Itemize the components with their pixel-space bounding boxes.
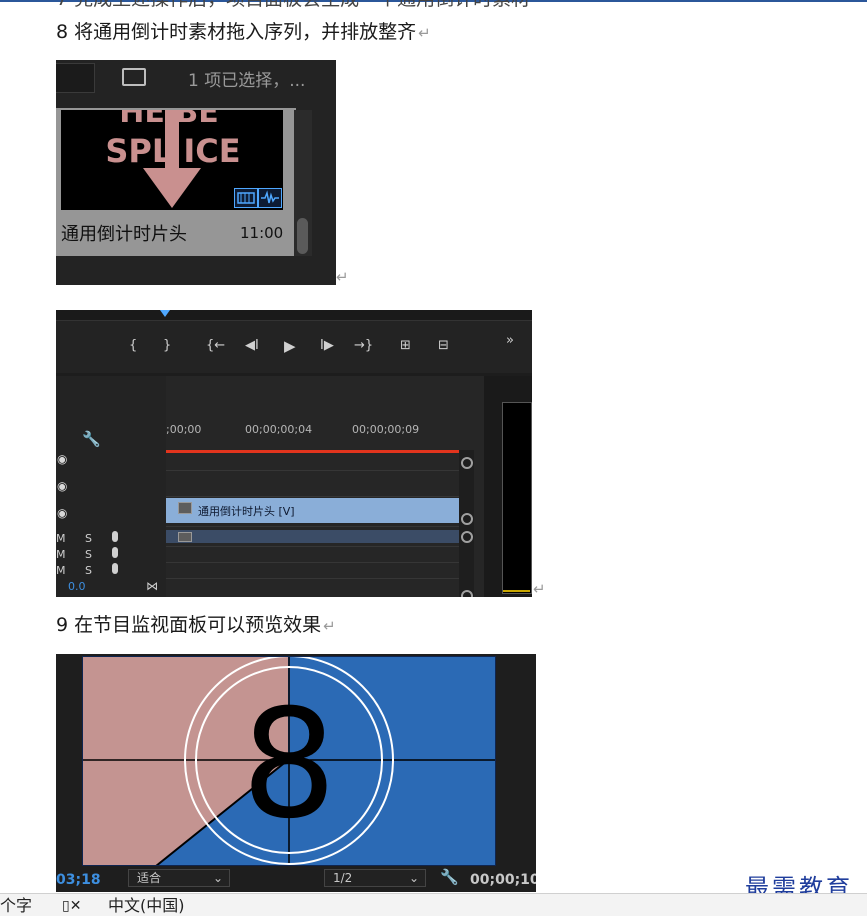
audio-clip[interactable] <box>166 530 459 543</box>
new-bin-icon[interactable] <box>122 68 146 86</box>
mute-toggle[interactable]: M <box>56 548 66 561</box>
mute-toggle[interactable]: M <box>56 564 66 577</box>
audio-level: 0.0 <box>68 580 86 593</box>
track-divider <box>166 526 459 527</box>
timeline-screenshot: { } {← ◀I ▶ I▶ →} ⊞ ⊟ » 🔧 ;00;00 00;00;0… <box>56 310 532 597</box>
track-divider <box>166 496 459 497</box>
zoom-handle[interactable] <box>461 513 473 525</box>
step8-text: 8 将通用倒计时素材拖入序列，并排放整齐 ↵ <box>56 21 431 43</box>
step9-text: 9 在节目监视面板可以预览效果 ↵ <box>56 614 336 636</box>
zoom-handle[interactable] <box>461 590 473 597</box>
track-divider <box>166 578 459 579</box>
mute-toggle[interactable]: M <box>56 532 66 545</box>
mark-out-icon[interactable]: } <box>163 339 171 353</box>
track-divider <box>166 546 459 547</box>
step-forward-icon[interactable]: I▶ <box>320 339 334 353</box>
fit-dropdown[interactable]: 适合 ⌄ <box>128 869 230 887</box>
solo-toggle[interactable]: S <box>85 548 92 561</box>
meter-level <box>503 590 530 592</box>
fx-badge-icon <box>178 532 192 542</box>
track-headers <box>56 376 166 597</box>
playhead-icon[interactable] <box>160 310 170 318</box>
mic-icon[interactable] <box>112 531 118 542</box>
insert-icon[interactable]: ⊞ <box>400 339 411 353</box>
play-icon[interactable]: ▶ <box>284 339 296 354</box>
language-indicator[interactable]: 中文(中国) <box>108 891 185 921</box>
word-count[interactable]: 个字 <box>0 891 32 921</box>
solo-toggle[interactable]: S <box>85 532 92 545</box>
status-bar: 个字 ▯✕ 中文(中国) <box>0 893 867 916</box>
audio-meter <box>502 402 532 594</box>
search-input[interactable] <box>56 63 95 93</box>
track-divider <box>166 562 459 563</box>
go-to-out-icon[interactable]: →} <box>354 339 373 353</box>
clip-name: 通用倒计时片头 <box>61 224 187 245</box>
return-mark: ↵ <box>533 580 546 598</box>
step-back-icon[interactable]: ◀I <box>245 339 259 353</box>
selection-info: 1 项已选择，... <box>188 71 306 91</box>
overwrite-icon[interactable]: ⊟ <box>438 339 449 353</box>
proofing-icon[interactable]: ▯✕ <box>62 891 81 921</box>
clip-duration: 11:00 <box>240 224 284 242</box>
countdown-number: 8 <box>241 678 336 852</box>
step7-text: 7 完成上述操作后，项目面板会生成一个通用倒计时素材 <box>56 0 530 11</box>
zoom-handle[interactable] <box>461 531 473 543</box>
resolution-dropdown[interactable]: 1/2 ⌄ <box>324 869 426 887</box>
go-to-in-icon[interactable]: {← <box>206 339 225 353</box>
project-panel-screenshot: 1 项已选择，... HE BE SPL ICE 通用倒计时片头 11:00 <box>56 60 336 285</box>
eye-icon[interactable]: ◉ <box>57 452 67 466</box>
countdown-frame: 8 <box>82 656 496 866</box>
current-timecode[interactable]: 03;18 <box>56 872 101 888</box>
video-badge-icon <box>234 188 258 208</box>
audio-badge-icon <box>258 188 282 208</box>
mark-in-icon[interactable]: { <box>129 339 137 353</box>
wrench-icon[interactable]: 🔧 <box>440 868 459 886</box>
return-mark: ↵ <box>336 268 349 286</box>
source-ruler <box>56 310 532 321</box>
duration-timecode: 00;00;10 <box>470 872 536 888</box>
zoom-handle[interactable] <box>461 457 473 469</box>
more-icon[interactable]: » <box>506 334 514 348</box>
program-monitor-screenshot: 8 03;18 适合 ⌄ 1/2 ⌄ 🔧 00;00;10 <box>56 654 536 892</box>
eye-icon[interactable]: ◉ <box>57 506 67 520</box>
mic-icon[interactable] <box>112 563 118 574</box>
scroll-thumb[interactable] <box>297 218 308 254</box>
mic-icon[interactable] <box>112 547 118 558</box>
ruler-time-1: 00;00;00;04 <box>245 423 313 436</box>
fx-badge-icon <box>178 502 192 514</box>
video-clip-label: 通用倒计时片头 [V] <box>198 505 295 518</box>
zoom-fit-icon[interactable]: ⋈ <box>146 579 158 593</box>
work-area-bar[interactable] <box>166 450 459 453</box>
eye-icon[interactable]: ◉ <box>57 479 67 493</box>
ruler-time-0: ;00;00 <box>166 423 202 436</box>
track-divider <box>166 470 459 471</box>
wrench-icon[interactable]: 🔧 <box>82 432 101 447</box>
ruler-time-2: 00;00;00;09 <box>352 423 420 436</box>
solo-toggle[interactable]: S <box>85 564 92 577</box>
